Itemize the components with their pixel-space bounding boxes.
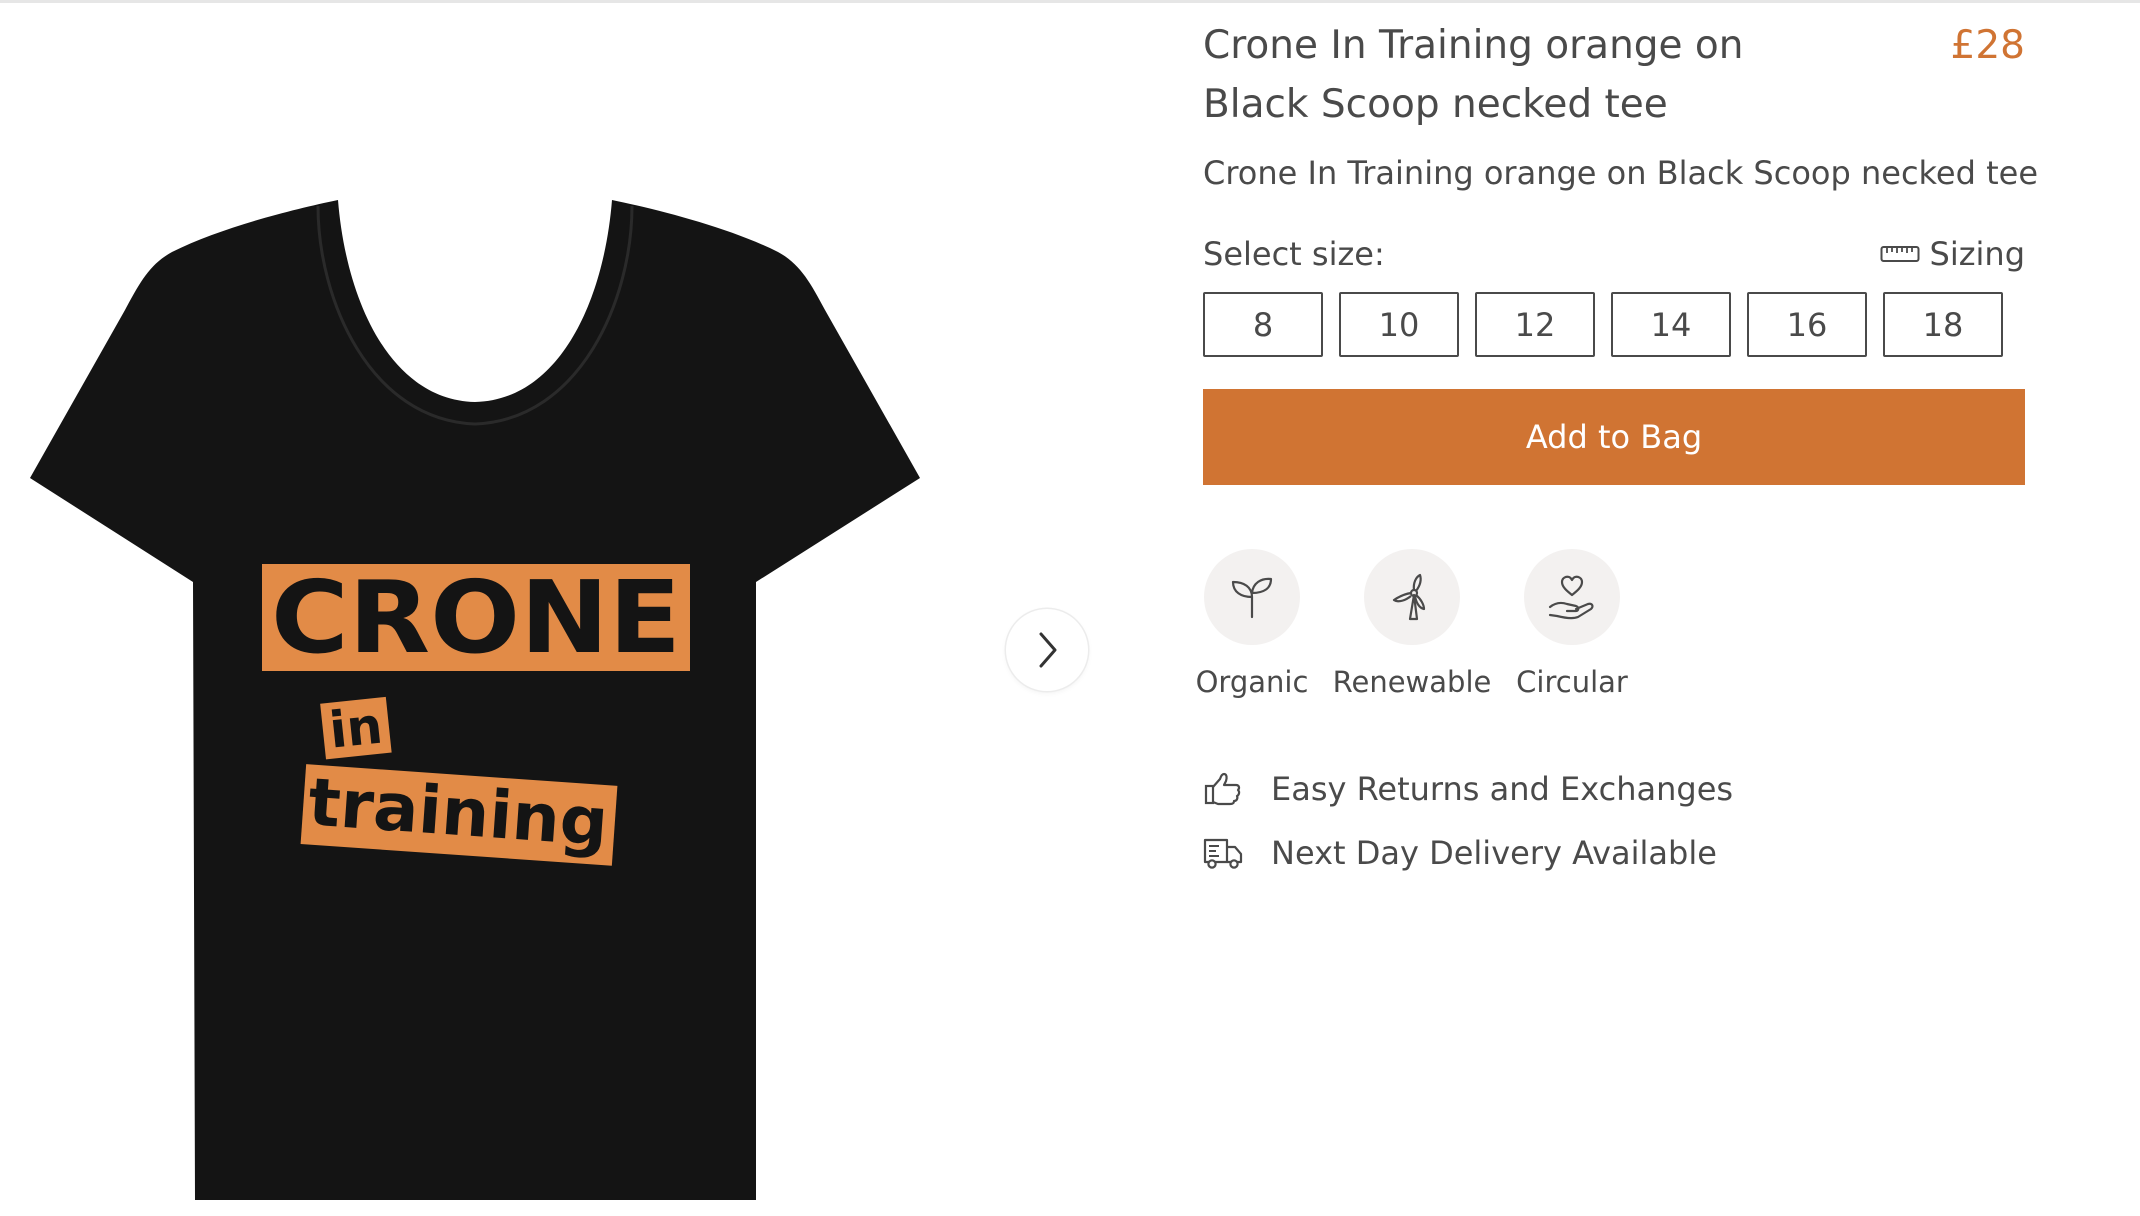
product-price: £28 bbox=[1950, 23, 2025, 68]
tshirt-shape bbox=[30, 200, 920, 1200]
sizing-link-label: Sizing bbox=[1929, 235, 2025, 273]
attribute-label: Organic bbox=[1195, 665, 1309, 699]
perk-label: Next Day Delivery Available bbox=[1271, 834, 1717, 872]
size-option-8[interactable]: 8 bbox=[1203, 292, 1323, 357]
product-subtitle: Crone In Training orange on Black Scoop … bbox=[1203, 154, 2039, 192]
size-options: 8 10 12 14 16 18 bbox=[1203, 292, 2003, 357]
perk-label: Easy Returns and Exchanges bbox=[1271, 770, 1734, 808]
sizing-guide-link[interactable]: Sizing bbox=[1880, 229, 2025, 279]
ruler-icon bbox=[1880, 246, 1920, 262]
attribute-icon-circle bbox=[1204, 549, 1300, 645]
print-in-text: in bbox=[327, 697, 386, 760]
thumbs-up-icon bbox=[1203, 769, 1243, 809]
attribute-organic: Organic bbox=[1172, 549, 1332, 702]
attribute-label: Renewable bbox=[1332, 665, 1492, 699]
size-option-18[interactable]: 18 bbox=[1883, 292, 2003, 357]
product-title: Crone In Training orange on Black Scoop … bbox=[1203, 23, 1744, 127]
perk-next-day-delivery: Next Day Delivery Available bbox=[1203, 828, 1717, 878]
attribute-icon-circle bbox=[1364, 549, 1460, 645]
top-divider bbox=[0, 0, 2140, 3]
delivery-truck-icon bbox=[1203, 833, 1243, 873]
add-to-bag-button[interactable]: Add to Bag bbox=[1203, 389, 2025, 485]
product-image: CRONE in training bbox=[0, 140, 960, 1216]
chevron-right-icon bbox=[1039, 632, 1057, 668]
wind-turbine-icon bbox=[1392, 573, 1426, 621]
size-option-12[interactable]: 12 bbox=[1475, 292, 1595, 357]
attribute-label: Circular bbox=[1516, 665, 1628, 699]
attribute-circular: Circular bbox=[1492, 549, 1652, 702]
attribute-icon-circle bbox=[1524, 549, 1620, 645]
perk-easy-returns: Easy Returns and Exchanges bbox=[1203, 764, 1733, 814]
sprout-icon bbox=[1231, 577, 1273, 619]
size-option-10[interactable]: 10 bbox=[1339, 292, 1459, 357]
heart-hand-icon bbox=[1548, 575, 1594, 620]
print-crone-text: CRONE bbox=[271, 559, 681, 676]
size-option-16[interactable]: 16 bbox=[1747, 292, 1867, 357]
attribute-renewable: Renewable bbox=[1332, 549, 1492, 702]
next-image-button[interactable] bbox=[1006, 609, 1088, 691]
size-option-14[interactable]: 14 bbox=[1611, 292, 1731, 357]
select-size-label: Select size: bbox=[1203, 235, 1385, 273]
